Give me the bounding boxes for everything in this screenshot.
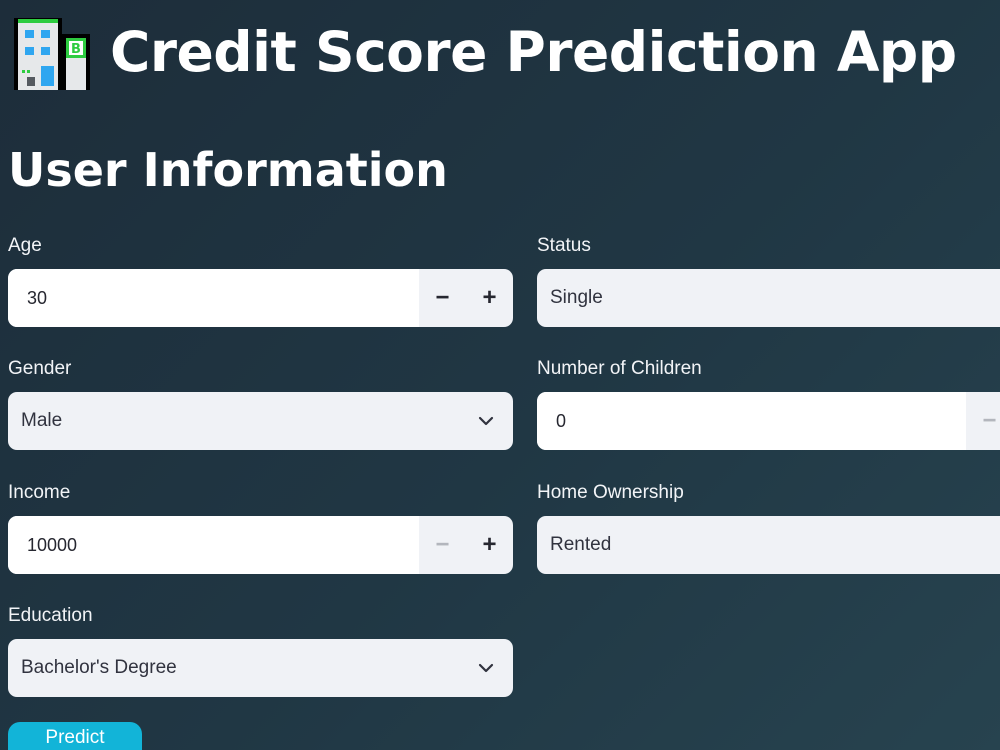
education-label: Education: [8, 605, 93, 626]
children-number-input: 0 −: [537, 392, 1000, 450]
status-selected-value: Single: [550, 287, 603, 308]
home-ownership-selected-value: Rented: [550, 534, 612, 555]
home-ownership-select[interactable]: Rented: [537, 516, 1000, 574]
home-ownership-field: Home Ownership Rented: [537, 482, 1000, 574]
gender-field: Gender Male: [8, 358, 513, 450]
predict-button[interactable]: Predict: [8, 722, 142, 750]
children-decrement-button[interactable]: −: [966, 392, 1000, 450]
svg-text:B: B: [71, 42, 81, 57]
age-decrement-button[interactable]: −: [419, 269, 466, 327]
section-title: User Information: [8, 143, 448, 197]
status-field: Status Single: [537, 235, 1000, 327]
age-field: Age 30 − +: [8, 235, 513, 327]
age-number-input: 30 − +: [8, 269, 513, 327]
status-select[interactable]: Single: [537, 269, 1000, 327]
status-label: Status: [537, 235, 591, 256]
office-building-icon: B: [14, 18, 90, 90]
age-input[interactable]: 30: [8, 269, 419, 327]
home-ownership-label: Home Ownership: [537, 482, 684, 503]
income-increment-button[interactable]: +: [466, 516, 513, 574]
income-input[interactable]: 10000: [8, 516, 419, 574]
children-field: Number of Children 0 −: [537, 358, 1000, 450]
chevron-down-icon: [478, 663, 494, 673]
gender-selected-value: Male: [21, 410, 63, 431]
education-field: Education Bachelor's Degree: [8, 605, 513, 697]
gender-select[interactable]: Male: [8, 392, 513, 450]
gender-label: Gender: [8, 358, 72, 379]
education-selected-value: Bachelor's Degree: [21, 657, 177, 678]
income-number-input: 10000 − +: [8, 516, 513, 574]
income-field: Income 10000 − +: [8, 482, 513, 574]
chevron-down-icon: [478, 416, 494, 426]
education-select[interactable]: Bachelor's Degree: [8, 639, 513, 697]
income-label: Income: [8, 482, 71, 503]
app-header: B Credit Score Prediction App: [14, 14, 957, 90]
children-input[interactable]: 0: [537, 392, 966, 450]
income-decrement-button[interactable]: −: [419, 516, 466, 574]
app-title: Credit Score Prediction App: [110, 20, 957, 84]
children-label: Number of Children: [537, 358, 702, 379]
age-increment-button[interactable]: +: [466, 269, 513, 327]
age-label: Age: [8, 235, 42, 256]
